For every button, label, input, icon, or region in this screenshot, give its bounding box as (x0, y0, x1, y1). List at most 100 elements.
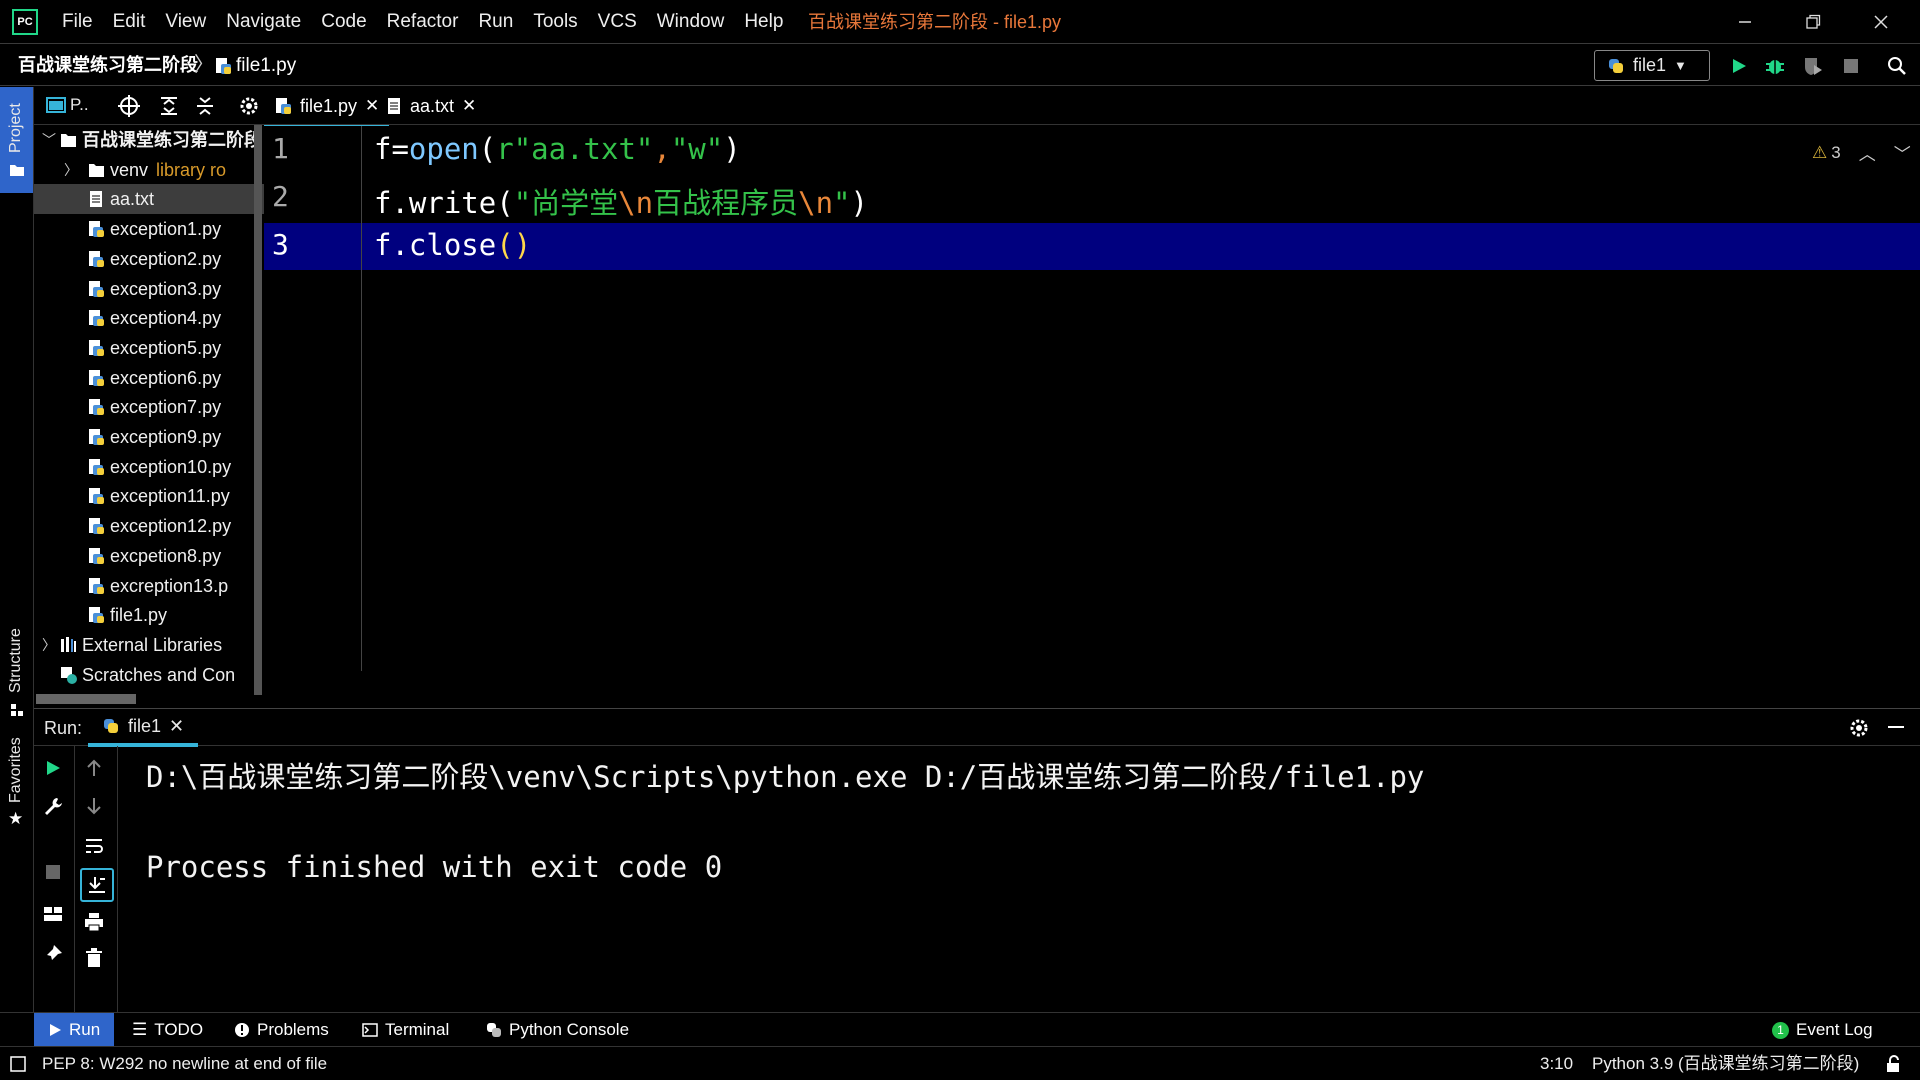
code-token: \n (618, 186, 654, 220)
code-line-2[interactable]: f.write("尚学堂\n百战程序员\n") (374, 180, 868, 222)
menu-run[interactable]: Run (468, 0, 523, 44)
tree-item[interactable]: exception12.py (34, 511, 264, 541)
rerun-button[interactable] (39, 754, 67, 782)
bottom-tab-problems[interactable]: Problems (234, 1013, 329, 1047)
chevron-down-icon[interactable]: ﹀ (1894, 140, 1911, 165)
menu-file[interactable]: File (52, 0, 103, 44)
python-file-icon (89, 518, 104, 535)
restore-button[interactable] (1784, 0, 1842, 44)
menu-edit[interactable]: Edit (103, 0, 156, 44)
code-editor[interactable]: 1 2 3 f=open(r"aa.txt","w") f.write("尚学堂… (264, 126, 1920, 706)
project-settings-button[interactable] (238, 95, 260, 117)
tab-file1-py[interactable]: file1.py ✕ (264, 87, 390, 129)
tree-item[interactable]: 〉 External Libraries (34, 630, 264, 660)
soft-wrap-button[interactable] (80, 832, 108, 860)
tree-item-label: file1.py (110, 605, 168, 626)
minimize-button[interactable] (1716, 0, 1774, 44)
bottom-tab-python-console[interactable]: Python Console (486, 1013, 629, 1047)
close-window-button[interactable] (1852, 0, 1910, 44)
caret-position[interactable]: 3:10 (1540, 1047, 1573, 1080)
breadcrumb-project[interactable]: 百战课堂练习第二阶段 (18, 45, 198, 86)
chevron-down-icon[interactable]: ﹀ (42, 125, 58, 155)
pin-tab-button[interactable] (39, 940, 67, 968)
scroll-up-button[interactable] (80, 754, 108, 782)
tree-item[interactable]: aa.txt (34, 184, 264, 215)
tree-item[interactable]: exception3.py (34, 274, 264, 304)
run-configuration-selector[interactable]: file1 ▼ (1594, 50, 1710, 81)
layout-button[interactable] (39, 900, 67, 928)
tree-item[interactable]: Scratches and Con (34, 660, 264, 690)
scroll-down-button[interactable] (80, 792, 108, 820)
run-console-output[interactable]: D:\百战课堂练习第二阶段\venv\Scripts\python.exe D:… (120, 746, 1920, 1012)
code-line-3[interactable]: f.close() (374, 228, 531, 262)
tab-aa-txt[interactable]: aa.txt ✕ (376, 87, 486, 125)
favorites-tool-tab[interactable]: Favorites ★ (0, 737, 33, 837)
tree-item[interactable]: excpetion8.py (34, 541, 264, 571)
chevron-up-icon[interactable]: ︿ (1859, 140, 1876, 165)
interpreter-selector[interactable]: Python 3.9 (百战课堂练习第二阶段) (1592, 1047, 1859, 1080)
menu-navigate[interactable]: Navigate (216, 0, 311, 44)
debug-button[interactable] (1762, 53, 1788, 79)
event-log-button[interactable]: 1 Event Log (1772, 1013, 1873, 1047)
breadcrumb-file[interactable]: file1.py (214, 45, 296, 86)
chevron-right-icon[interactable]: 〉 (64, 155, 80, 185)
code-line-1[interactable]: f=open(r"aa.txt","w") (374, 132, 741, 166)
tree-item[interactable]: exception7.py (34, 392, 264, 422)
tree-item[interactable]: exception6.py (34, 363, 264, 393)
menu-help[interactable]: Help (734, 0, 793, 44)
tree-item[interactable]: exception5.py (34, 333, 264, 363)
search-everywhere-button[interactable] (1884, 53, 1910, 79)
run-button[interactable] (1726, 53, 1752, 79)
inspection-widget[interactable]: ⚠ 3 ︿ ﹀ (1812, 140, 1911, 165)
bottom-tab-terminal[interactable]: Terminal (362, 1013, 449, 1047)
close-tab-icon[interactable]: ✕ (462, 96, 476, 116)
tree-item[interactable]: ﹀ 百战课堂练习第二阶段 (34, 125, 264, 155)
tree-item[interactable]: 〉 venv library ro (34, 155, 264, 185)
tree-item[interactable]: exception9.py (34, 422, 264, 452)
close-icon (1874, 15, 1888, 29)
tree-item[interactable]: exception2.py (34, 244, 264, 274)
run-window-header: Run: file1 ✕ (34, 708, 1920, 747)
stop-button[interactable] (1838, 53, 1864, 79)
project-horizontal-scrollbar[interactable] (36, 694, 136, 704)
tree-item-label: excpetion8.py (110, 545, 222, 566)
status-message[interactable]: PEP 8: W292 no newline at end of file (42, 1047, 327, 1080)
tree-item[interactable]: exception11.py (34, 481, 264, 511)
menu-vcs[interactable]: VCS (588, 0, 647, 44)
project-tool-tab[interactable]: Project (0, 87, 33, 193)
scroll-to-end-button[interactable] (80, 868, 114, 902)
menu-refactor[interactable]: Refactor (377, 0, 469, 44)
title-bar: PC File Edit View Navigate Code Refactor… (0, 0, 1920, 44)
run-tab-file1[interactable]: file1 ✕ (88, 709, 199, 747)
hide-run-window-button[interactable] (1886, 717, 1906, 737)
project-scrollbar[interactable] (254, 125, 262, 695)
close-tab-icon[interactable]: ✕ (169, 716, 184, 737)
tree-item[interactable]: exception10.py (34, 452, 264, 482)
menu-code[interactable]: Code (311, 0, 376, 44)
stop-run-button[interactable] (39, 858, 67, 886)
collapse-all-button[interactable] (194, 95, 216, 117)
menu-window[interactable]: Window (647, 0, 735, 44)
tree-item[interactable]: exception1.py (34, 214, 264, 244)
bottom-tab-run[interactable]: Run (34, 1013, 115, 1047)
expand-all-button[interactable] (158, 95, 180, 117)
locate-file-button[interactable] (118, 95, 140, 117)
menu-view[interactable]: View (155, 0, 216, 44)
pycharm-logo-icon[interactable]: PC (12, 9, 38, 35)
run-with-coverage-button[interactable] (1800, 53, 1826, 79)
clear-all-button[interactable] (80, 944, 108, 972)
tree-item[interactable]: file1.py (34, 600, 264, 630)
print-button[interactable] (80, 908, 108, 936)
unlock-icon[interactable] (1886, 1055, 1902, 1073)
star-icon: ★ (8, 809, 24, 828)
tree-item[interactable]: exception4.py (34, 303, 264, 333)
project-view-selector[interactable]: P.. (46, 95, 89, 115)
structure-tool-tab[interactable]: Structure (0, 627, 33, 727)
menu-tools[interactable]: Tools (523, 0, 587, 44)
toggle-tool-windows-icon[interactable] (10, 1056, 26, 1072)
chevron-right-icon[interactable]: 〉 (42, 630, 58, 660)
bottom-tab-todo[interactable]: ☰ TODO (132, 1013, 203, 1047)
edit-configuration-button[interactable] (39, 792, 67, 820)
tree-item[interactable]: excreption13.p (34, 571, 264, 601)
run-settings-button[interactable] (1848, 717, 1870, 739)
